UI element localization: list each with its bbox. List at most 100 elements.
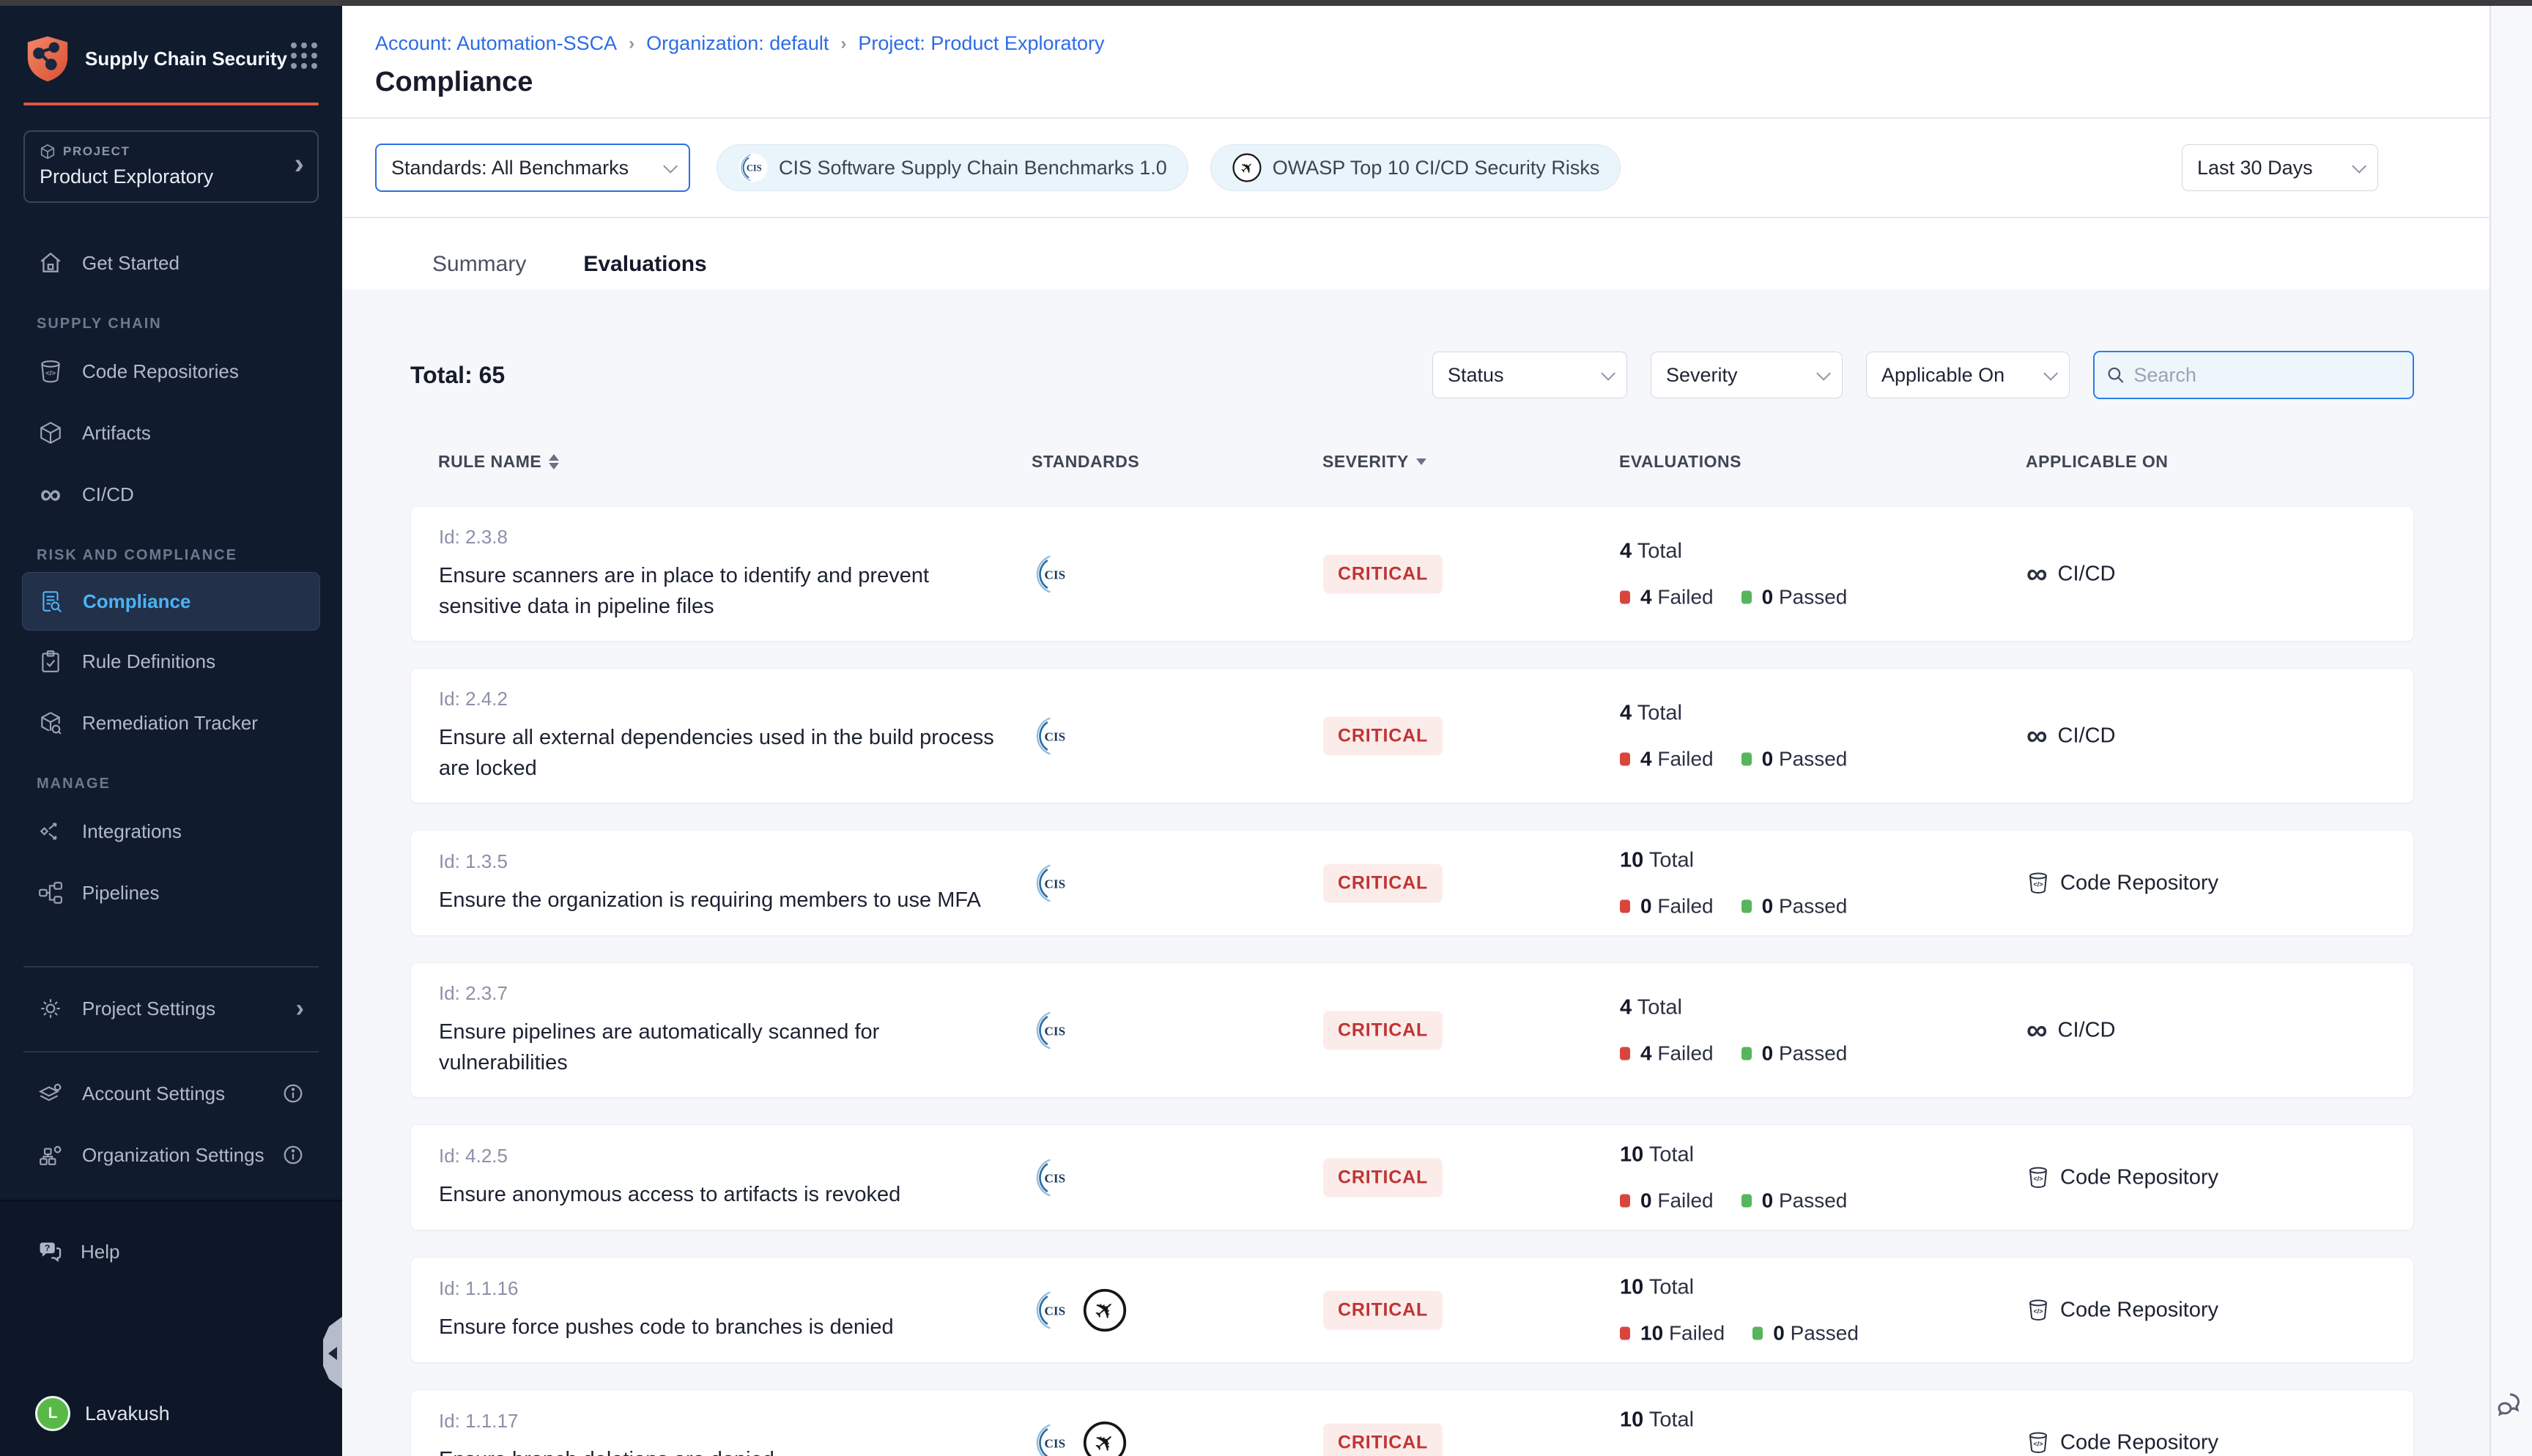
standards-toolbar: Standards: All Benchmarks CIS CIS Softwa… bbox=[375, 144, 2490, 192]
cis-logo-icon: CIS bbox=[738, 152, 769, 183]
table-row[interactable]: Id: 1.3.5 Ensure the organization is req… bbox=[410, 830, 2414, 936]
sidebar-item-help[interactable]: ? Help bbox=[0, 1221, 342, 1282]
owasp-standard-icon: ✈ bbox=[1082, 1288, 1128, 1333]
rule-name: Ensure scanners are in place to identify… bbox=[439, 560, 1010, 622]
applicable-on-filter-select[interactable]: Applicable On bbox=[1866, 352, 2070, 398]
rule-name: Ensure force pushes code to branches is … bbox=[439, 1312, 1010, 1342]
project-selector[interactable]: PROJECT Product Exploratory › bbox=[23, 130, 319, 203]
list-controls: Total: 65 Status Severity Applicable On bbox=[410, 351, 2414, 399]
severity-cell: CRITICAL bbox=[1323, 554, 1443, 593]
table-header: RULE NAME STANDARDS SEVERITY EVALUATIONS… bbox=[410, 452, 2414, 481]
account-layers-icon bbox=[37, 1080, 64, 1107]
divider bbox=[342, 117, 2490, 119]
severity-filter-select[interactable]: Severity bbox=[1651, 352, 1843, 398]
breadcrumb-organization[interactable]: Organization: default bbox=[646, 32, 829, 55]
table-row[interactable]: Id: 2.3.7 Ensure pipelines are automatic… bbox=[410, 962, 2414, 1098]
svg-text:</>: </> bbox=[2033, 881, 2043, 888]
user-name: Lavakush bbox=[85, 1403, 170, 1425]
sidebar-item-rule-definitions[interactable]: Rule Definitions bbox=[0, 631, 342, 692]
sidebar-item-artifacts[interactable]: Artifacts bbox=[0, 402, 342, 464]
chip-cis-benchmark[interactable]: CIS CIS Software Supply Chain Benchmarks… bbox=[717, 144, 1188, 191]
status-filter-select[interactable]: Status bbox=[1432, 352, 1627, 398]
standards-select[interactable]: Standards: All Benchmarks bbox=[375, 144, 690, 192]
clipboard-check-icon bbox=[37, 647, 64, 675]
tabs: Summary Evaluations bbox=[342, 242, 2490, 296]
date-range-select[interactable]: Last 30 Days bbox=[2182, 144, 2378, 191]
table-row[interactable]: Id: 1.1.16 Ensure force pushes code to b… bbox=[410, 1257, 2414, 1363]
sidebar-item-pipelines[interactable]: Pipelines bbox=[0, 862, 342, 924]
sidebar-item-integrations[interactable]: Integrations bbox=[0, 801, 342, 862]
sidebar-item-label: Rule Definitions bbox=[82, 650, 215, 673]
severity-filter-label: Severity bbox=[1666, 364, 1738, 387]
info-icon[interactable] bbox=[282, 1082, 304, 1104]
sidebar-item-code-repositories[interactable]: </> Code Repositories bbox=[0, 341, 342, 402]
remediation-box-icon bbox=[37, 709, 64, 737]
tab-evaluations[interactable]: Evaluations bbox=[576, 242, 714, 296]
failed-count: 4 Failed bbox=[1640, 585, 1714, 609]
failed-count: 0 Failed bbox=[1640, 894, 1714, 918]
breadcrumb-account[interactable]: Account: Automation-SSCA bbox=[375, 32, 617, 55]
chip-label: OWASP Top 10 CI/CD Security Risks bbox=[1273, 157, 1600, 179]
organization-icon bbox=[37, 1141, 64, 1169]
svg-text:CIS: CIS bbox=[747, 163, 762, 174]
chevron-down-icon bbox=[1816, 366, 1831, 381]
breadcrumb-project[interactable]: Project: Product Exploratory bbox=[858, 32, 1104, 55]
column-header-rule-name[interactable]: RULE NAME bbox=[438, 452, 559, 472]
evaluations-breakdown: 4 Failed 0 Passed bbox=[1620, 1041, 1847, 1065]
rule-id: Id: 2.4.2 bbox=[439, 688, 1018, 710]
sidebar-item-account-settings[interactable]: Account Settings bbox=[0, 1063, 342, 1124]
table-row[interactable]: Id: 2.3.8 Ensure scanners are in place t… bbox=[410, 506, 2414, 642]
table-row[interactable]: Id: 2.4.2 Ensure all external dependenci… bbox=[410, 668, 2414, 803]
home-icon bbox=[37, 249, 64, 277]
passed-count: 0 Passed bbox=[1762, 1189, 1848, 1212]
rule-name-cell: Id: 1.1.17 Ensure branch deletions are d… bbox=[439, 1410, 1018, 1456]
page-title: Compliance bbox=[342, 55, 2490, 98]
sidebar-item-label: Project Settings bbox=[82, 998, 215, 1020]
passed-marker bbox=[1752, 1326, 1763, 1340]
cis-standard-icon: CIS bbox=[1032, 1156, 1075, 1199]
column-header-severity[interactable]: SEVERITY bbox=[1322, 452, 1426, 472]
failed-marker bbox=[1620, 1326, 1630, 1340]
chip-owasp[interactable]: ✈ OWASP Top 10 CI/CD Security Risks bbox=[1210, 144, 1621, 191]
applicable-on-filter-label: Applicable On bbox=[1881, 364, 2004, 387]
evaluations-panel: Total: 65 Status Severity Applicable On bbox=[342, 289, 2490, 1456]
sidebar-item-project-settings[interactable]: Project Settings › bbox=[0, 978, 342, 1039]
user-menu[interactable]: L Lavakush bbox=[35, 1396, 170, 1431]
evaluations-total: 4 Total bbox=[1620, 701, 1847, 725]
table-row[interactable]: Id: 4.2.5 Ensure anonymous access to art… bbox=[410, 1124, 2414, 1230]
applicable-on-cell: </> Code Repository bbox=[2026, 1430, 2218, 1455]
code-repository-icon: </> bbox=[2026, 1431, 2050, 1455]
rule-id: Id: 2.3.8 bbox=[439, 526, 1018, 549]
severity-badge: CRITICAL bbox=[1323, 863, 1443, 902]
search-input[interactable] bbox=[2133, 364, 2401, 387]
sidebar-item-organization-settings[interactable]: Organization Settings bbox=[0, 1124, 342, 1186]
table-row[interactable]: Id: 1.1.17 Ensure branch deletions are d… bbox=[410, 1389, 2414, 1456]
passed-count: 0 Passed bbox=[1762, 747, 1848, 770]
svg-text:CIS: CIS bbox=[1044, 1024, 1065, 1038]
tab-summary[interactable]: Summary bbox=[425, 242, 533, 296]
sidebar-item-cicd[interactable]: ∞ CI/CD bbox=[0, 464, 342, 525]
main-content: Account: Automation-SSCA › Organization:… bbox=[342, 6, 2490, 1456]
standards-cell: CIS bbox=[1032, 1156, 1075, 1199]
severity-cell: CRITICAL bbox=[1323, 1011, 1443, 1050]
info-icon[interactable] bbox=[282, 1144, 304, 1166]
chat-bubbles-icon[interactable] bbox=[2495, 1390, 2526, 1421]
applicable-on-cell: ∞ CI/CD bbox=[2026, 724, 2115, 748]
sidebar-item-compliance[interactable]: Compliance bbox=[22, 572, 320, 631]
sidebar-item-get-started[interactable]: Get Started bbox=[0, 232, 342, 294]
collapse-arrow-icon bbox=[328, 1347, 337, 1360]
sort-desc-icon bbox=[1416, 458, 1426, 465]
column-header-evaluations: EVALUATIONS bbox=[1619, 452, 1741, 472]
shield-logo-icon bbox=[23, 35, 72, 82]
standards-cell: CIS bbox=[1032, 862, 1075, 905]
rule-name-cell: Id: 2.3.8 Ensure scanners are in place t… bbox=[439, 526, 1018, 622]
sidebar-item-label: CI/CD bbox=[82, 483, 134, 506]
rule-name-cell: Id: 1.3.5 Ensure the organization is req… bbox=[439, 850, 1018, 915]
sidebar-item-label: Account Settings bbox=[82, 1082, 225, 1105]
severity-cell: CRITICAL bbox=[1323, 1158, 1443, 1197]
sidebar-item-remediation-tracker[interactable]: Remediation Tracker bbox=[0, 692, 342, 754]
avatar: L bbox=[35, 1396, 70, 1431]
cicd-infinity-icon: ∞ bbox=[2026, 726, 2048, 746]
passed-count: 0 Passed bbox=[1773, 1321, 1859, 1345]
app-grid-icon[interactable] bbox=[291, 42, 320, 72]
